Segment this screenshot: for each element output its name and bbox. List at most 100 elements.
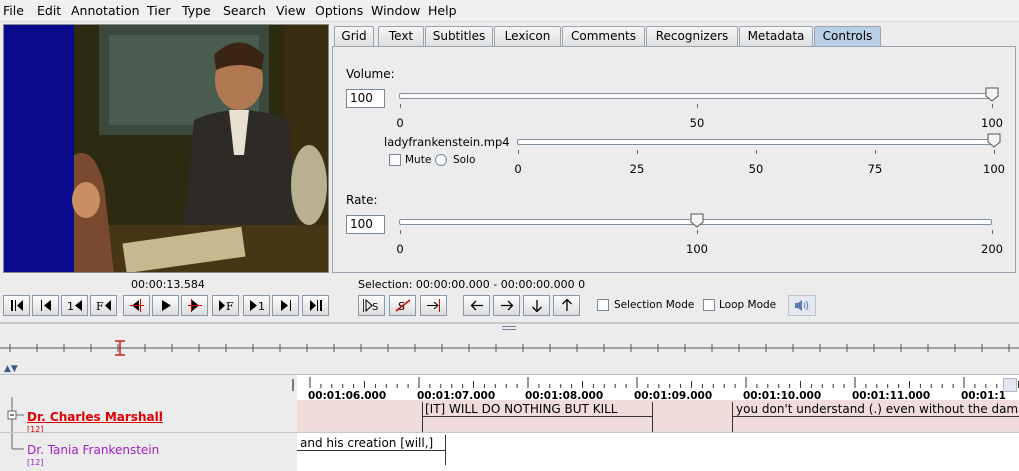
tab-controls[interactable]: Controls (814, 26, 881, 47)
volume-slider[interactable] (399, 93, 992, 99)
splitter-handle[interactable] (502, 326, 516, 330)
video-player[interactable] (3, 24, 329, 273)
previous-second-button[interactable]: 1 (61, 295, 88, 316)
tab-comments[interactable]: Comments (562, 26, 645, 47)
volume-label: Volume: (346, 67, 395, 81)
rate-input[interactable]: 100 (346, 215, 385, 234)
menu-window[interactable]: Window (371, 3, 420, 18)
media-tick (994, 150, 995, 154)
media-tick (875, 150, 876, 154)
arrow-left-icon (470, 300, 483, 311)
scroll-corner[interactable] (1003, 378, 1017, 392)
menu-bar: File Edit Annotation Tier Type Search Vi… (0, 0, 1019, 22)
tab-recognizers[interactable]: Recognizers (646, 26, 738, 47)
next-second-button[interactable]: 1 (243, 295, 270, 316)
selection-mode-label: Selection Mode (614, 299, 695, 311)
arrow-right-icon (500, 300, 513, 311)
next-page-icon (280, 300, 291, 311)
selection-info: Selection: 00:00:00.000 - 00:00:00.000 0 (358, 278, 586, 291)
play-button[interactable] (152, 295, 179, 316)
next-annotation-button[interactable] (493, 295, 520, 316)
annotation-underline (732, 416, 1019, 417)
annotation[interactable]: and his creation [will,] (300, 436, 445, 450)
go-to-end-button[interactable] (302, 295, 329, 316)
next-pixel-button[interactable] (181, 295, 208, 316)
selection-mode-checkbox[interactable] (597, 299, 609, 311)
resize-handle[interactable] (292, 379, 294, 391)
media-tick-label: 25 (629, 162, 645, 176)
next-pixel-icon (187, 299, 202, 312)
tab-grid[interactable]: Grid (334, 26, 374, 47)
volume-slider-thumb[interactable] (985, 87, 999, 102)
previous-frame-button[interactable]: F (90, 295, 117, 316)
previous-annotation-button[interactable] (463, 295, 490, 316)
timeline-viewer[interactable]: 00:01:06.000 00:01:07.000 00:01:08.000 0… (297, 374, 1019, 471)
tab-text[interactable]: Text (378, 26, 424, 47)
arrow-up-icon (561, 299, 572, 311)
speaker-icon (795, 300, 809, 311)
menu-file[interactable]: File (3, 3, 24, 18)
rate-slider-thumb[interactable] (690, 213, 704, 228)
go-to-begin-button[interactable] (3, 295, 30, 316)
play-selection-icon: S (362, 299, 378, 312)
volume-tick-label: 0 (396, 116, 404, 130)
tier-name-charles-marshall[interactable]: Dr. Charles Marshall (27, 410, 163, 424)
tab-lexicon[interactable]: Lexicon (494, 26, 561, 47)
media-volume-slider[interactable] (517, 139, 994, 145)
play-icon (161, 300, 171, 311)
mute-checkbox[interactable] (389, 154, 401, 166)
tier-divider (0, 432, 297, 433)
menu-tier[interactable]: Tier (147, 3, 171, 18)
tier-annotation-count: [12] (27, 458, 44, 467)
svg-text:S: S (372, 302, 378, 312)
media-file-label: ladyfrankenstein.mp4 (384, 135, 510, 149)
time-ruler-overview[interactable] (0, 340, 1019, 356)
rate-tick-label: 200 (981, 242, 1003, 256)
media-tick-label: 75 (867, 162, 883, 176)
menu-search[interactable]: Search (223, 3, 266, 18)
menu-type[interactable]: Type (182, 3, 211, 18)
next-frame-button[interactable]: F (212, 295, 239, 316)
loop-mode-label: Loop Mode (719, 299, 777, 311)
next-frame-icon: F (218, 300, 234, 312)
menu-annotation[interactable]: Annotation (71, 3, 140, 18)
annotation[interactable]: you don't understand (.) even without th… (736, 402, 1019, 416)
splitter[interactable] (0, 322, 1019, 324)
tier-up-button[interactable] (553, 295, 580, 316)
volume-tick (400, 104, 401, 108)
rate-tick (400, 230, 401, 234)
next-second-icon: 1 (249, 300, 265, 312)
menu-options[interactable]: Options (315, 3, 363, 18)
loop-mode-checkbox[interactable] (703, 299, 715, 311)
annotation[interactable]: [IT] WILL DO NOTHING BUT KILL (425, 402, 650, 416)
menu-view[interactable]: View (276, 3, 306, 18)
mute-label: Mute (405, 154, 432, 166)
tier-down-button[interactable] (523, 295, 550, 316)
annotation-boundary (422, 402, 423, 432)
video-frame (4, 25, 328, 272)
menu-help[interactable]: Help (428, 3, 457, 18)
media-tick-label: 100 (983, 162, 1005, 176)
volume-input[interactable]: 100 (346, 89, 385, 108)
collapse-arrows-icon[interactable]: ▲▼ (4, 364, 18, 374)
previous-scrollview-button[interactable] (32, 295, 59, 316)
solo-radio[interactable] (435, 154, 447, 166)
tier-tree-lines (7, 397, 24, 450)
tier-name-tania-frankenstein[interactable]: Dr. Tania Frankenstein (27, 443, 159, 457)
media-volume-slider-thumb[interactable] (987, 133, 1001, 148)
volume-tick (992, 104, 993, 108)
selection-boundary-button[interactable] (420, 295, 447, 316)
play-selection-button[interactable]: S (358, 295, 385, 316)
previous-second-icon: 1 (67, 300, 82, 312)
tab-subtitles[interactable]: Subtitles (425, 26, 493, 47)
rate-label: Rate: (346, 193, 378, 207)
previous-frame-icon: F (96, 300, 111, 312)
volume-button[interactable] (788, 295, 816, 316)
media-tick (756, 150, 757, 154)
previous-pixel-button[interactable] (123, 295, 150, 316)
clear-selection-button[interactable]: S (389, 295, 416, 316)
tab-metadata[interactable]: Metadata (739, 26, 813, 47)
menu-edit[interactable]: Edit (37, 3, 61, 18)
annotation-underline (422, 416, 653, 417)
next-scrollview-button[interactable] (272, 295, 299, 316)
